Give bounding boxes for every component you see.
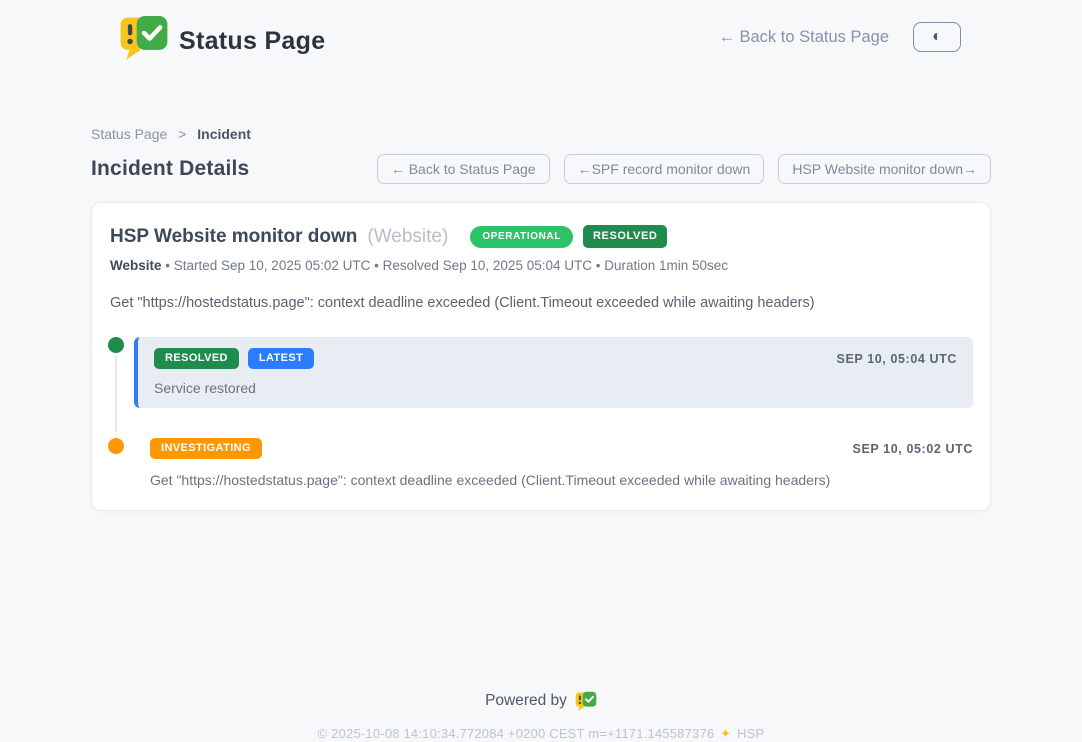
page-title: Incident Details — [91, 157, 249, 181]
timeline-badge-resolved: RESOLVED — [154, 348, 239, 369]
half-circle-icon: ◐ — [932, 29, 942, 45]
incident-component: (Website) — [367, 226, 448, 248]
timeline-timestamp-resolved: SEP 10, 05:04 UTC — [837, 352, 957, 366]
breadcrumb-separator: > — [178, 126, 186, 142]
incident-meta-component: Website — [110, 258, 162, 273]
app-logo[interactable]: Status Page hosted — [119, 14, 325, 60]
prev-incident-button[interactable]: ←SPF record monitor down — [564, 154, 765, 184]
timeline-entry-resolved: RESOLVED LATEST SEP 10, 05:04 UTC Servic… — [110, 337, 973, 408]
breadcrumb-incident: Incident — [197, 126, 251, 142]
operational-badge: OPERATIONAL — [470, 226, 573, 248]
breadcrumb-status-page[interactable]: Status Page — [91, 126, 167, 142]
timeline-timestamp-investigating: SEP 10, 05:02 UTC — [853, 442, 973, 456]
incident-meta: Website • Started Sep 10, 2025 05:02 UTC… — [110, 258, 973, 273]
status-page-logo-icon — [119, 14, 169, 60]
timeline-entry-investigating: INVESTIGATING SEP 10, 05:02 UTC Get "htt… — [110, 438, 973, 488]
theme-toggle-button[interactable]: ◐ — [913, 22, 961, 52]
sparkles-icon: ✦ — [720, 726, 731, 741]
back-to-status-page-button[interactable]: ← Back to Status Page — [377, 154, 550, 184]
timeline-badge-latest: LATEST — [248, 348, 314, 369]
copyright-text: © 2025-10-08 14:10:34.772084 +0200 CEST … — [318, 726, 715, 741]
timeline-message-resolved: Service restored — [154, 380, 957, 396]
incident-timeline: RESOLVED LATEST SEP 10, 05:04 UTC Servic… — [110, 337, 973, 488]
header-back-link[interactable]: ← Back to Status Page — [718, 28, 889, 47]
powered-by-label: Powered by — [485, 692, 567, 710]
incident-card: HSP Website monitor down (Website) OPERA… — [91, 202, 991, 511]
timeline-dot-investigating — [108, 438, 124, 454]
incident-description: Get "https://hostedstatus.page": context… — [110, 295, 973, 311]
incident-nav: ← Back to Status Page ←SPF record monito… — [377, 154, 991, 184]
timeline-badge-investigating: INVESTIGATING — [150, 438, 262, 459]
copyright-line: © 2025-10-08 14:10:34.772084 +0200 CEST … — [0, 726, 1082, 742]
timeline-dot-resolved — [108, 337, 124, 353]
status-page-logo-icon-small — [575, 691, 597, 711]
brand-text: HSP — [737, 726, 764, 741]
powered-by[interactable]: Powered by — [0, 691, 1082, 711]
timeline-message-investigating: Get "https://hostedstatus.page": context… — [150, 472, 973, 488]
timeline-highlight-box: RESOLVED LATEST SEP 10, 05:04 UTC Servic… — [134, 337, 973, 408]
resolved-badge: RESOLVED — [583, 225, 668, 248]
next-incident-button[interactable]: HSP Website monitor down→ — [778, 154, 991, 184]
header: Status Page hosted ← Back to Status Page… — [91, 0, 991, 60]
breadcrumb: Status Page > Incident — [91, 126, 991, 142]
incident-title: HSP Website monitor down — [110, 226, 357, 248]
incident-meta-times: • Started Sep 10, 2025 05:02 UTC • Resol… — [162, 258, 729, 273]
footer: Powered by © 2025-10-08 14:10:34.772084 … — [0, 691, 1082, 742]
logo-title: Status Page — [179, 19, 325, 56]
